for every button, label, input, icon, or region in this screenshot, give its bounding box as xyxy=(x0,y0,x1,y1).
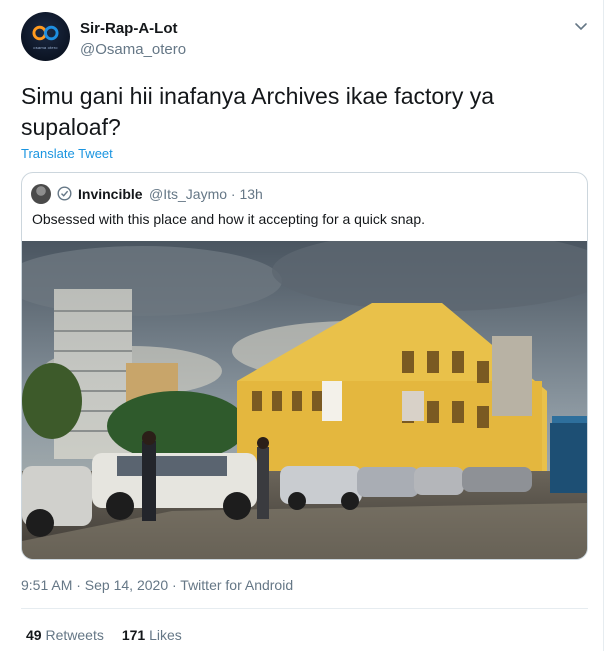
author-name[interactable]: Sir-Rap-A-Lot xyxy=(80,20,178,37)
likes-label: Likes xyxy=(149,627,182,643)
tweet-text: Simu gani hii inafanya Archives ikae fac… xyxy=(21,83,495,140)
avatar-brand-text: osama otero xyxy=(33,45,58,50)
likes-count: 171 xyxy=(121,627,146,643)
quoted-text: Obsessed with this place and how it acce… xyxy=(32,211,425,227)
quoted-author-name: Invincible xyxy=(78,186,143,202)
author-avatar[interactable]: osama otero xyxy=(21,12,70,61)
author-handle[interactable]: @Osama_otero xyxy=(80,41,186,58)
retweets-count: 49 xyxy=(26,627,42,643)
translate-tweet-link[interactable]: Translate Tweet xyxy=(21,146,113,161)
logo-icon xyxy=(32,25,59,41)
quoted-tweet[interactable]: Invincible @Its_Jaymo · 13h Obsessed wit… xyxy=(21,172,588,560)
quoted-handle-time: @Its_Jaymo · 13h xyxy=(149,186,263,202)
retweets-label: Retweets xyxy=(45,627,104,643)
tweet-card: osama otero Sir-Rap-A-Lot @Osama_otero S… xyxy=(0,0,604,651)
retweets-stat[interactable]: 49 Retweets xyxy=(26,627,104,643)
verified-badge-icon xyxy=(57,186,72,201)
tweet-timestamp[interactable]: 9:51 AM · Sep 14, 2020 · Twitter for And… xyxy=(21,577,293,593)
likes-stat[interactable]: 171 Likes xyxy=(122,627,182,643)
divider xyxy=(21,608,588,609)
chevron-down-icon[interactable] xyxy=(574,22,588,32)
tweet-stats: 49 Retweets 171 Likes xyxy=(26,627,182,643)
quoted-photo[interactable] xyxy=(22,241,587,560)
quoted-avatar xyxy=(31,184,51,204)
